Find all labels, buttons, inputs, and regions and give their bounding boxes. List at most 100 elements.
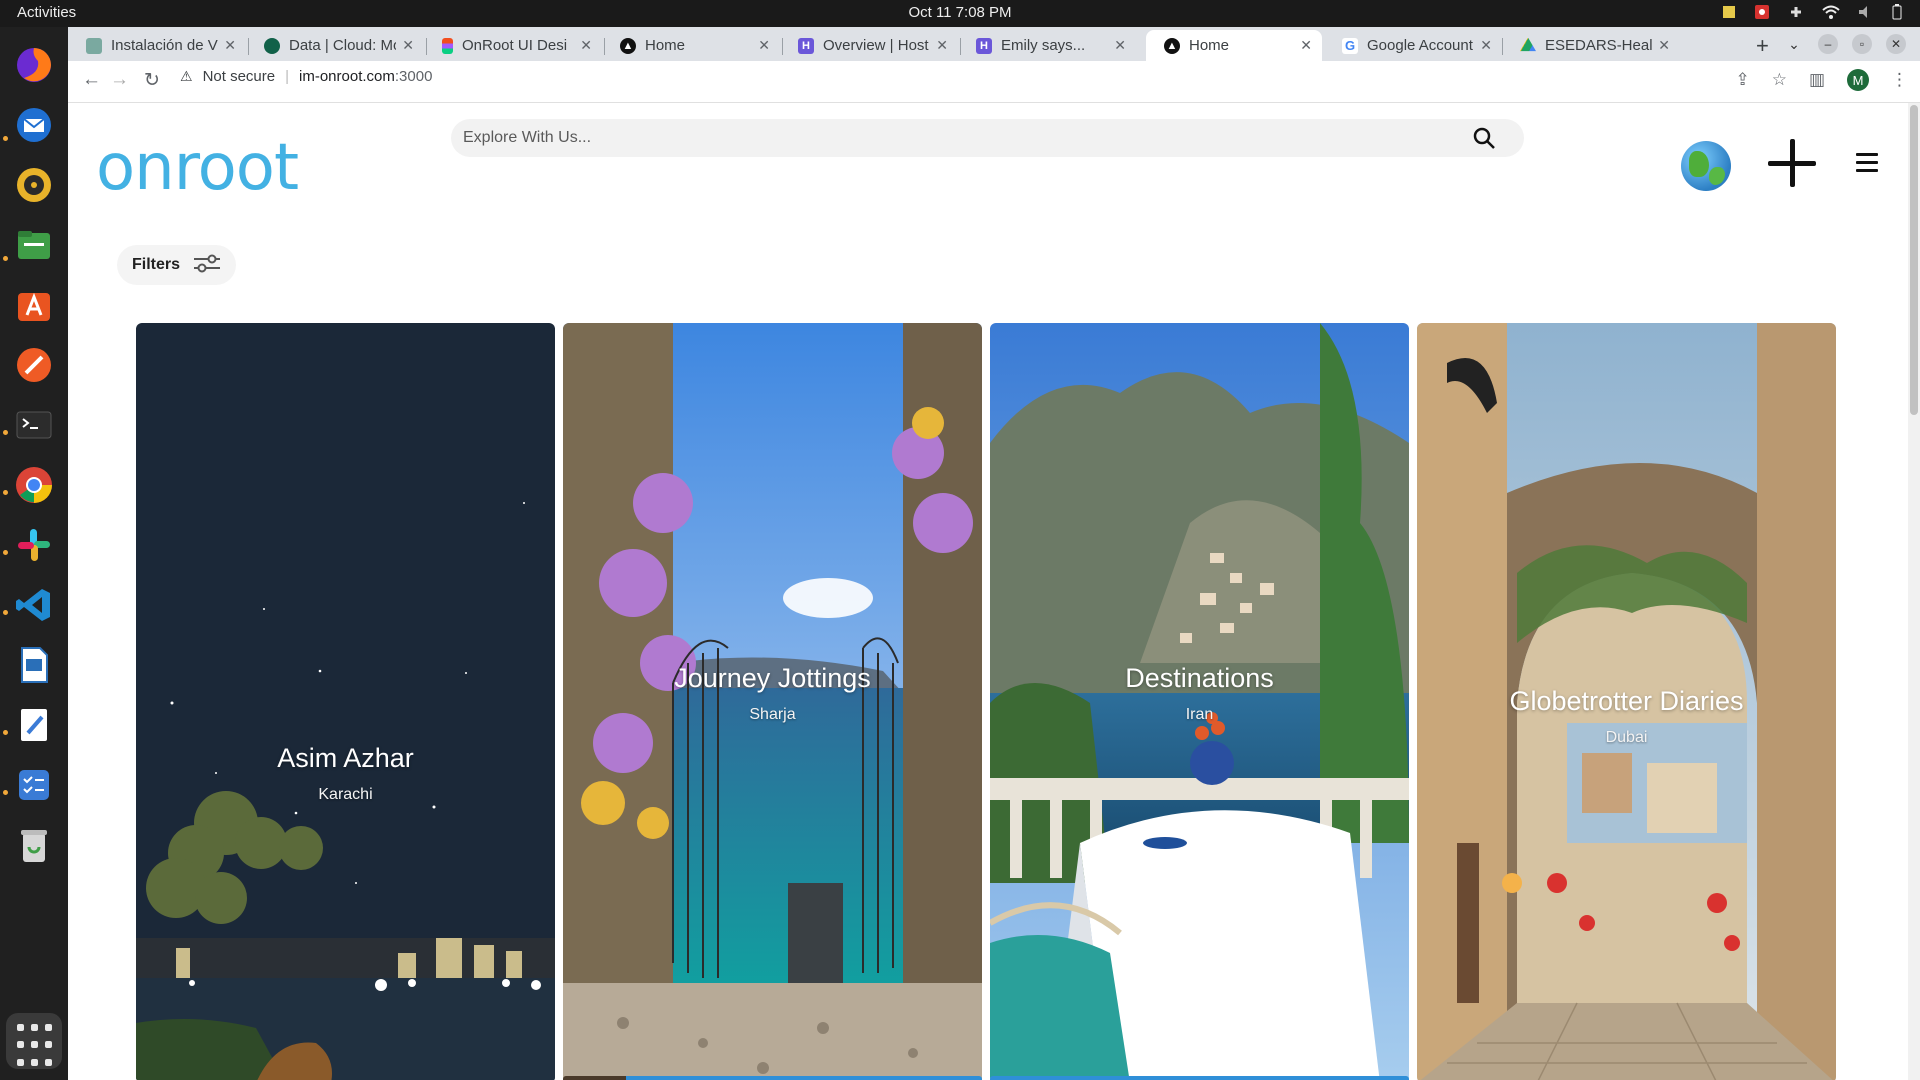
night-city-illustration [136,323,555,1080]
search-input[interactable] [451,119,1451,157]
chrome-menu-icon[interactable]: ⋮ [1891,70,1908,90]
maximize-button[interactable]: ▫ [1852,34,1872,54]
close-icon[interactable]: ✕ [224,37,236,54]
system-clock[interactable]: Oct 11 7:08 PM [0,4,1920,21]
tab-emily-says[interactable]: H Emily says... ✕ [958,30,1136,61]
notes-icon[interactable] [1722,5,1736,23]
terminal-icon[interactable] [12,403,56,447]
search-bar[interactable] [451,119,1524,157]
card-globetrotter-diaries[interactable]: Globetrotter Diaries Dubai [1417,323,1836,1080]
tab-title: Emily says... [1001,37,1086,54]
forward-button[interactable]: → [110,69,129,91]
tab-title: Home [645,37,686,54]
close-icon[interactable]: ✕ [758,37,770,54]
close-window-button[interactable]: ✕ [1886,34,1906,54]
dock [0,27,68,1080]
search-icon[interactable] [1472,126,1496,155]
show-applications-icon[interactable] [6,1013,62,1069]
tab-favicon-icon: H [976,37,992,54]
card-asim-azhar[interactable]: Asim Azhar Karachi [136,323,555,1080]
reload-button[interactable]: ↻ [144,69,160,92]
firefox-icon[interactable] [12,43,56,87]
url-port[interactable]: :3000 [395,68,433,85]
slack-tray-icon[interactable] [1788,4,1804,24]
running-indicator [3,136,8,141]
thunderbird-icon[interactable] [12,103,56,147]
tab-onroot-ui-design[interactable]: OnRoot UI Desi ✕ [424,30,602,61]
new-tab-button[interactable]: + [1756,33,1769,59]
system-tray[interactable] [1722,4,1902,24]
figma-icon [442,37,453,54]
card-subtitle: Dubai [1605,729,1648,746]
filters-button[interactable]: Filters [117,245,237,285]
side-panel-icon[interactable]: ▥ [1809,70,1825,90]
close-icon[interactable]: ✕ [1480,37,1492,54]
tab-title: Home [1189,37,1230,54]
wifi-icon[interactable] [1822,5,1840,23]
coastal-terrace-photo [990,323,1409,1080]
scrollbar-thumb[interactable] [1910,105,1918,415]
chrome-icon[interactable] [12,463,56,507]
todo-icon[interactable] [12,763,56,807]
profile-avatar[interactable]: M [1847,69,1869,91]
next-row-card-edge [563,1076,982,1080]
close-icon[interactable]: ✕ [1114,37,1126,54]
close-icon[interactable]: ✕ [1658,37,1670,54]
address-bar[interactable]: ⚠ Not secure | im-onroot.com :3000 [180,68,432,85]
minimize-button[interactable]: – [1818,34,1838,54]
tab-google-account[interactable]: G Google Account ✕ [1324,30,1502,61]
close-icon[interactable]: ✕ [1300,37,1312,54]
writer-icon[interactable] [12,643,56,687]
close-icon[interactable]: ✕ [402,37,414,54]
globe-icon[interactable] [1681,141,1731,191]
card-subtitle: Sharja [749,706,796,723]
battery-icon[interactable] [1892,4,1902,24]
tab-title: Instalación de V [111,37,218,54]
google-icon: G [1342,37,1358,54]
volume-icon[interactable] [1858,5,1874,23]
vscode-icon[interactable] [12,583,56,627]
close-icon[interactable]: ✕ [936,37,948,54]
bookmark-star-icon[interactable]: ☆ [1772,70,1787,90]
hamburger-menu-icon[interactable] [1856,153,1878,177]
tab-data-cloud[interactable]: Data | Cloud: Mo ✕ [246,30,424,61]
url-host[interactable]: im-onroot.com [299,68,395,85]
app-center-icon[interactable] [12,283,56,327]
tab-overview-host[interactable]: H Overview | Host ✕ [780,30,958,61]
files-icon[interactable] [12,223,56,267]
record-icon[interactable] [1754,4,1770,24]
tab-favicon-icon: ▲ [1164,37,1180,54]
card-title: Destinations [1125,663,1274,693]
slack-icon[interactable] [12,523,56,567]
lake-gate-photo [563,323,982,1080]
running-indicator [3,730,8,735]
tab-esedars-health[interactable]: ESEDARS-Healt ✕ [1502,30,1680,61]
card-subtitle: Iran [1185,706,1214,723]
tab-home[interactable]: ▲ Home ✕ [602,30,780,61]
close-icon[interactable]: ✕ [580,37,592,54]
postman-icon[interactable] [12,343,56,387]
tab-home-active[interactable]: ▲ Home ✕ [1146,30,1322,61]
card-destinations[interactable]: Destinations Iran [990,323,1409,1080]
google-drive-icon [1520,37,1536,52]
trash-icon[interactable] [12,823,56,867]
rhythmbox-icon[interactable] [12,163,56,207]
tab-search-icon[interactable]: ⌄ [1784,34,1804,54]
running-indicator [3,550,8,555]
tab-favicon-icon: ▲ [620,37,636,54]
back-button[interactable]: ← [82,69,101,91]
sliders-icon [192,253,222,278]
tab-title: Data | Cloud: Mo [289,37,397,54]
running-indicator [3,610,8,615]
text-editor-icon[interactable] [12,703,56,747]
running-indicator [3,430,8,435]
warning-icon[interactable]: ⚠ [180,68,193,85]
tab-favicon-icon [86,37,102,54]
security-label[interactable]: Not secure [203,68,276,85]
share-icon[interactable]: ⇪ [1735,70,1749,90]
card-journey-jottings[interactable]: Journey Jottings Sharja [563,323,982,1080]
card-title: Globetrotter Diaries [1509,686,1744,716]
tab-instalacion[interactable]: Instalación de V ✕ [68,30,246,61]
create-post-button[interactable] [1768,139,1816,187]
onroot-logo[interactable]: onroot [96,131,299,205]
